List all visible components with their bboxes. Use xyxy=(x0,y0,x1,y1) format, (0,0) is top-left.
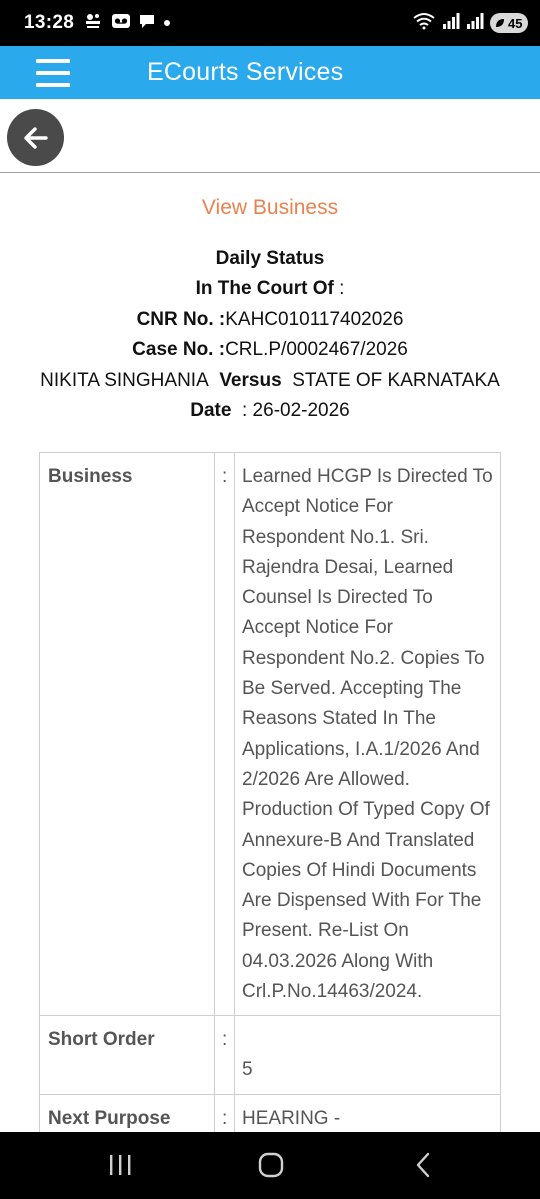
case-header: Daily Status In The Court Of : CNR No. :… xyxy=(0,244,540,426)
case-label: Case No. : xyxy=(132,339,226,361)
case-number-line: Case No. :CRL.P/0002467/2026 xyxy=(0,335,540,365)
voicemail-icon xyxy=(111,12,131,35)
petitioner: NIKITA SINGHANIA xyxy=(40,369,209,391)
short-order-value: 5 xyxy=(234,1015,501,1095)
row-separator: : xyxy=(214,1093,235,1132)
app-bar: ECourts Services xyxy=(0,46,540,99)
row-label: Business xyxy=(39,451,215,1017)
app-notification-icon xyxy=(84,11,104,36)
cnr-label: CNR No. : xyxy=(136,308,226,330)
row-separator: : xyxy=(214,1015,235,1095)
respondent: STATE OF KARNATAKA xyxy=(292,369,500,391)
status-notification-icons xyxy=(84,11,171,36)
status-time: 13:28 xyxy=(24,12,75,33)
back-button[interactable] xyxy=(7,109,64,166)
business-details-table: Business : Learned HCGP Is Directed To A… xyxy=(39,451,501,1132)
cnr-line: CNR No. :KAHC010117402026 xyxy=(0,305,540,335)
chat-icon xyxy=(138,12,156,35)
back-nav-button[interactable] xyxy=(403,1150,443,1180)
home-button[interactable] xyxy=(251,1150,291,1180)
recent-apps-button[interactable] xyxy=(100,1150,140,1180)
wifi-icon xyxy=(412,12,436,35)
cnr-value: KAHC010117402026 xyxy=(225,308,404,330)
date-value: : 26-02-2026 xyxy=(242,400,350,422)
page-title: View Business xyxy=(201,196,339,219)
date-line: Date : 26-02-2026 xyxy=(0,396,540,426)
home-icon xyxy=(258,1152,284,1178)
main-content: View Business Daily Status In The Court … xyxy=(0,174,540,1132)
next-purpose-value: HEARING - xyxy=(234,1093,501,1132)
parties-line: NIKITA SINGHANIA Versus STATE OF KARNATA… xyxy=(0,366,540,396)
date-label: Date xyxy=(190,400,232,422)
arrow-left-icon xyxy=(23,126,48,149)
status-bar: 13:28 45 xyxy=(0,0,540,46)
row-separator: : xyxy=(214,451,235,1017)
row-label: Next Purpose xyxy=(39,1093,215,1132)
business-text: Learned HCGP Is Directed To Accept Notic… xyxy=(234,451,501,1017)
row-label: Short Order xyxy=(39,1015,215,1095)
dot-icon xyxy=(163,14,171,32)
battery-icon: 45 xyxy=(490,13,528,33)
case-value: CRL.P/0002467/2026 xyxy=(225,339,408,361)
table-row: Next Purpose : HEARING - xyxy=(39,1093,501,1132)
daily-status-heading: Daily Status xyxy=(215,248,325,269)
back-row xyxy=(0,99,540,173)
hamburger-icon xyxy=(36,58,70,63)
menu-button[interactable] xyxy=(36,58,70,87)
signal-icon xyxy=(442,12,460,35)
recent-apps-icon xyxy=(110,1155,131,1175)
status-system-icons: 45 xyxy=(412,12,528,35)
court-of-line: In The Court Of : xyxy=(195,278,345,300)
table-row: Business : Learned HCGP Is Directed To A… xyxy=(39,451,501,1017)
versus-label: Versus xyxy=(219,369,282,391)
battery-level: 45 xyxy=(508,15,523,31)
app-title: ECourts Services xyxy=(147,58,344,86)
system-navigation-bar xyxy=(0,1132,540,1199)
table-row: Short Order : 5 xyxy=(39,1015,501,1095)
signal-icon xyxy=(466,12,484,35)
chevron-left-icon xyxy=(416,1152,430,1178)
